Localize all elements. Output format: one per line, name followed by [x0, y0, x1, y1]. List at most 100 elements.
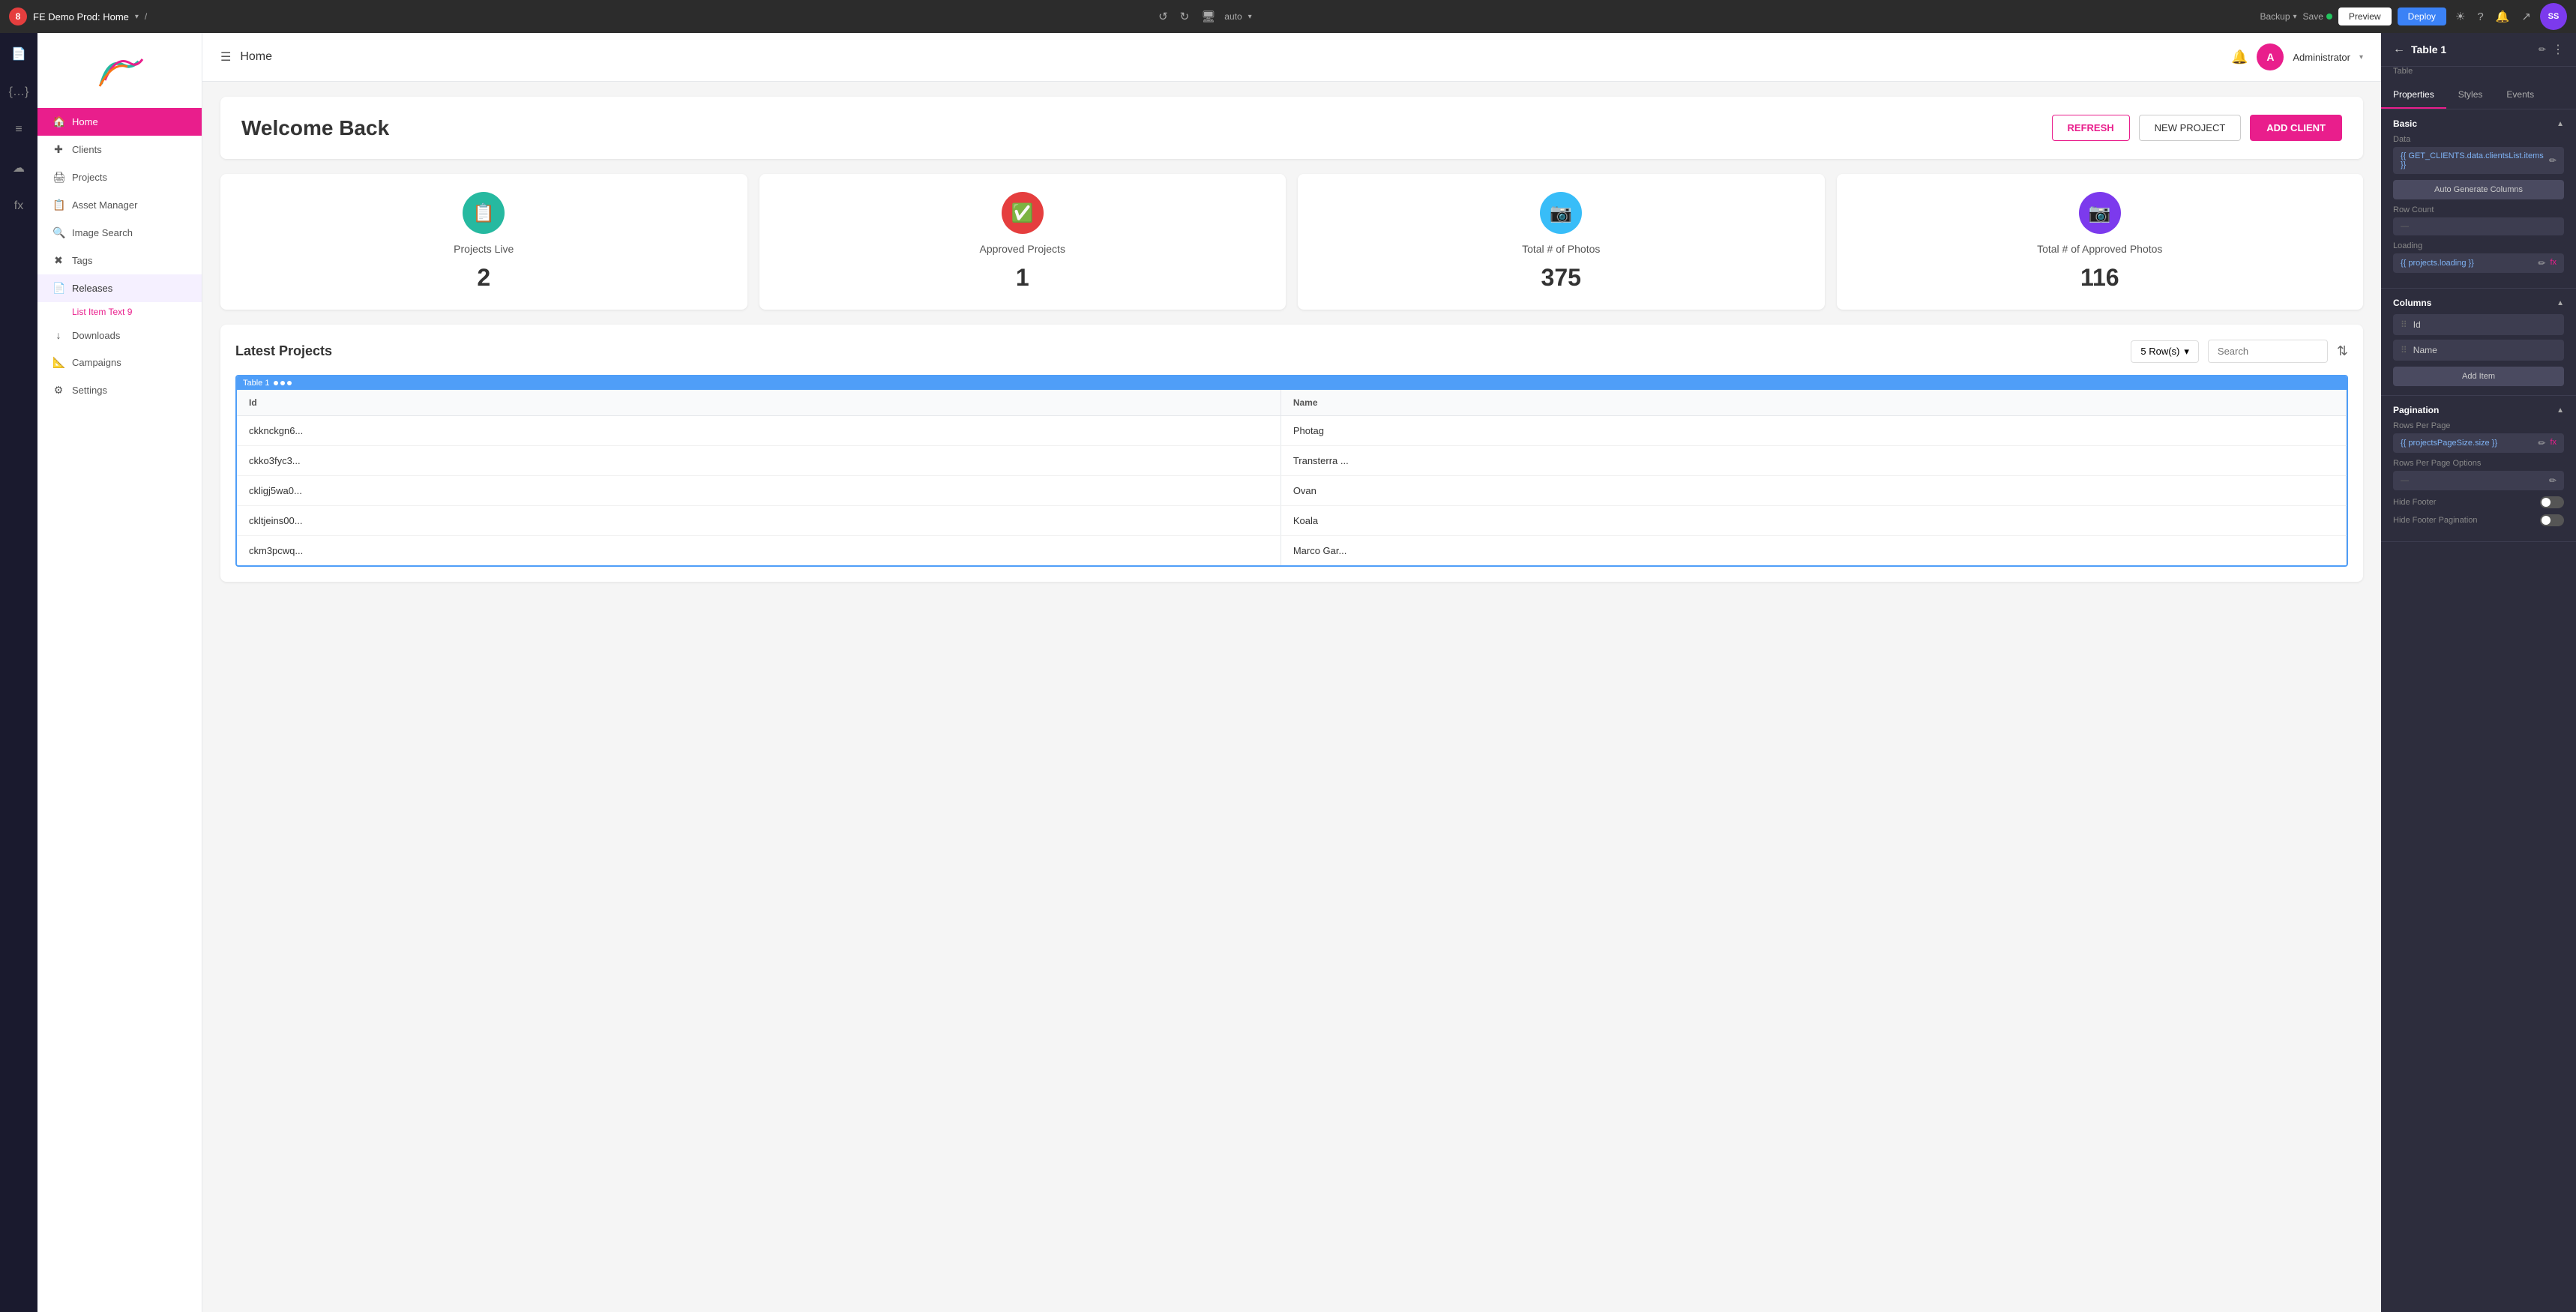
page-header-right: 🔔 A Administrator ▾	[2231, 43, 2363, 70]
downloads-icon: ↓	[52, 329, 64, 341]
dashboard: Welcome Back REFRESH NEW PROJECT ADD CLI…	[202, 82, 2381, 597]
data-edit-icon[interactable]: ✏	[2549, 155, 2557, 166]
bell-topbar-icon[interactable]: 🔔	[2493, 7, 2513, 26]
hamburger-icon[interactable]: ☰	[220, 49, 231, 64]
panel-title: Table 1	[2411, 43, 2533, 55]
sidebar-item-home[interactable]: 🏠 Home	[37, 108, 202, 136]
column-label-name: Name	[2413, 345, 2437, 355]
drag-handle-name[interactable]: ⠿	[2401, 345, 2407, 355]
backup-button[interactable]: Backup ▾	[2260, 11, 2296, 22]
drag-handle-id[interactable]: ⠿	[2401, 319, 2407, 330]
sidebar-item-settings[interactable]: ⚙ Settings	[37, 376, 202, 404]
sidebar-icon-pages[interactable]: 📄	[7, 42, 31, 66]
content-area: ☰ Home 🔔 A Administrator ▾ Welcome Back …	[202, 33, 2381, 1312]
topbar-breadcrumb: /	[145, 11, 147, 22]
add-client-button[interactable]: ADD CLIENT	[2250, 115, 2342, 141]
undo-icon[interactable]: ↺	[1155, 7, 1171, 26]
refresh-button[interactable]: REFRESH	[2052, 115, 2130, 141]
sidebar-item-clients[interactable]: ✚ Clients	[37, 136, 202, 163]
device-chevron-icon[interactable]: ▾	[1248, 13, 1252, 21]
image-search-icon: 🔍	[52, 226, 64, 239]
rows-per-page-options-box: — ✏	[2393, 471, 2564, 490]
stat-card-total-photos: 📷 Total # of Photos 375	[1298, 174, 1825, 310]
new-project-button[interactable]: NEW PROJECT	[2139, 115, 2242, 141]
admin-avatar[interactable]: A	[2257, 43, 2284, 70]
preview-button[interactable]: Preview	[2338, 7, 2392, 25]
sidebar-icon-layers[interactable]: ≡	[10, 118, 26, 141]
loading-edit-icon[interactable]: ✏	[2538, 258, 2545, 268]
table-row[interactable]: ckm3pcwq... Marco Gar...	[237, 536, 2347, 566]
search-input[interactable]	[2208, 340, 2328, 363]
sidebar-icon-components[interactable]: {…}	[4, 81, 34, 103]
redo-icon[interactable]: ↻	[1177, 7, 1193, 26]
monitor-icon[interactable]: 🖥	[1198, 7, 1218, 26]
pagination-chevron-icon[interactable]: ▲	[2557, 406, 2564, 415]
sidebar-icon-fx[interactable]: fx	[10, 195, 28, 217]
share-icon[interactable]: ↗	[2518, 7, 2534, 26]
basic-chevron-icon[interactable]: ▲	[2557, 120, 2564, 128]
tab-styles[interactable]: Styles	[2446, 82, 2495, 109]
sun-icon[interactable]: ☀	[2452, 7, 2468, 26]
table-label-bar: Table 1	[237, 376, 2347, 390]
page-header: ☰ Home 🔔 A Administrator ▾	[202, 33, 2381, 82]
panel-edit-icon[interactable]: ✏	[2539, 44, 2546, 55]
data-value-box: {{ GET_CLIENTS.data.clientsList.items }}…	[2393, 147, 2564, 174]
tab-properties[interactable]: Properties	[2381, 82, 2446, 109]
topbar: 8 FE Demo Prod: Home ▾ / ↺ ↻ 🖥 auto ▾ Ba…	[0, 0, 2576, 33]
save-indicator[interactable]: Save	[2303, 11, 2332, 22]
row-select[interactable]: 5 Row(s) ▾	[2131, 340, 2199, 363]
sidebar-item-tags[interactable]: ✖ Tags	[37, 247, 202, 274]
device-mode-label[interactable]: auto	[1224, 11, 1242, 22]
hide-footer-toggle[interactable]	[2540, 496, 2564, 508]
loading-fx-icon[interactable]: fx	[2550, 258, 2557, 268]
total-approved-photos-value: 116	[2080, 264, 2119, 292]
add-item-button[interactable]: Add Item	[2393, 367, 2564, 386]
sidebar-item-asset-manager[interactable]: 📋 Asset Manager	[37, 191, 202, 219]
admin-chevron-icon[interactable]: ▾	[2359, 53, 2363, 61]
table-row[interactable]: ckko3fyc3... Transterra ...	[237, 446, 2347, 476]
loading-label: Loading	[2393, 241, 2564, 250]
cell-id: ckko3fyc3...	[237, 446, 1281, 476]
topbar-right: Backup ▾ Save Preview Deploy ☀ ? 🔔 ↗ SS	[2260, 3, 2567, 30]
sidebar-item-projects[interactable]: 🖨 Projects	[37, 163, 202, 191]
cell-name: Transterra ...	[1281, 446, 2346, 476]
panel-more-icon[interactable]: ⋮	[2552, 42, 2564, 57]
filter-icon[interactable]: ⇅	[2337, 343, 2348, 359]
stat-card-approved-projects: ✅ Approved Projects 1	[759, 174, 1287, 310]
loading-value-box: {{ projects.loading }} ✏ fx	[2393, 253, 2564, 273]
table-label-dots	[274, 381, 292, 385]
panel-back-button[interactable]: ←	[2393, 43, 2405, 56]
hide-footer-pagination-toggle[interactable]	[2540, 514, 2564, 526]
cell-id: ckm3pcwq...	[237, 536, 1281, 566]
total-photos-icon: 📷	[1540, 192, 1582, 234]
cell-name: Marco Gar...	[1281, 536, 2346, 566]
user-avatar-topbar[interactable]: SS	[2540, 3, 2567, 30]
rows-per-page-options-edit-icon[interactable]: ✏	[2549, 475, 2557, 486]
sidebar-item-downloads[interactable]: ↓ Downloads	[37, 322, 202, 349]
table-body: ckknckgn6... Photag ckko3fyc3... Transte…	[237, 416, 2347, 566]
total-photos-label: Total # of Photos	[1522, 243, 1600, 255]
right-panel: ← Table 1 ✏ ⋮ Table Properties Styles Ev…	[2381, 33, 2576, 1312]
rows-per-page-fx-icon[interactable]: fx	[2550, 438, 2557, 448]
topbar-chevron-icon[interactable]: ▾	[135, 13, 139, 21]
projects-live-value: 2	[477, 264, 490, 292]
main-layout: 📄 {…} ≡ ☁ fx 🏠 Home ✚ Clients 🖨 Pr	[0, 33, 2576, 1312]
deploy-button[interactable]: Deploy	[2398, 7, 2446, 25]
tab-events[interactable]: Events	[2494, 82, 2546, 109]
table-row[interactable]: ckligj5wa0... Ovan	[237, 476, 2347, 506]
page-title: Home	[240, 50, 272, 64]
campaigns-icon: 📐	[52, 356, 64, 369]
table-row[interactable]: ckknckgn6... Photag	[237, 416, 2347, 446]
sidebar-item-campaigns[interactable]: 📐 Campaigns	[37, 349, 202, 376]
sidebar-item-releases[interactable]: 📄 Releases	[37, 274, 202, 302]
bell-icon[interactable]: 🔔	[2231, 49, 2248, 65]
columns-chevron-icon[interactable]: ▲	[2557, 299, 2564, 307]
column-label-id: Id	[2413, 319, 2421, 330]
row-count-value: —	[2401, 222, 2409, 231]
table-row[interactable]: ckltjeins00... Koala	[237, 506, 2347, 536]
help-icon[interactable]: ?	[2474, 7, 2486, 26]
sidebar-item-image-search[interactable]: 🔍 Image Search	[37, 219, 202, 247]
rows-per-page-edit-icon[interactable]: ✏	[2538, 438, 2545, 448]
sidebar-icon-cloud[interactable]: ☁	[8, 156, 29, 180]
auto-generate-button[interactable]: Auto Generate Columns	[2393, 180, 2564, 199]
